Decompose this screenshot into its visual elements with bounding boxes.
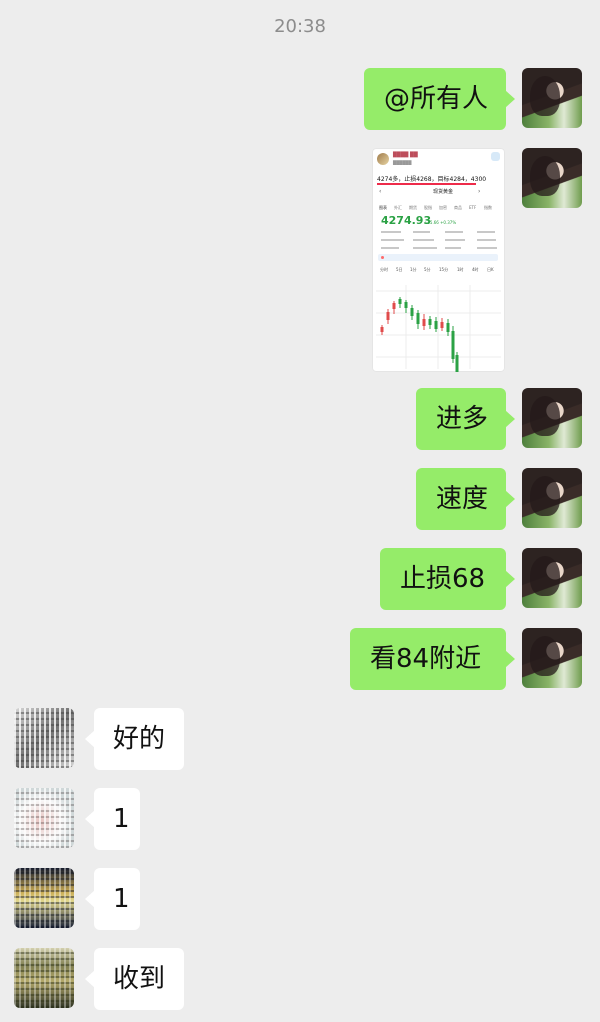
message-text: 收到	[113, 964, 166, 994]
period-option: 5日	[396, 267, 403, 272]
message-row: @所有人	[0, 66, 600, 136]
shared-image-avatar-icon	[377, 153, 389, 165]
message-bubble[interactable]: 速度	[416, 468, 515, 530]
shared-image-divider	[377, 183, 476, 185]
period-option: 1分	[410, 267, 417, 272]
message-row: ████ ██ ██████ 4274多，止损4268，目标4284，4300 …	[0, 146, 600, 376]
candle-body	[386, 312, 390, 320]
message-row: 好的	[0, 706, 600, 776]
stat-placeholder	[381, 239, 404, 241]
user-avatar[interactable]	[522, 388, 582, 448]
candle-body	[380, 327, 384, 332]
instrument-title: 现货黄金	[433, 189, 454, 195]
stat-placeholder	[477, 231, 495, 233]
candle-body	[422, 319, 426, 326]
stat-placeholder	[413, 247, 437, 249]
period-option: 4时	[472, 267, 479, 272]
message-row: 速度	[0, 466, 600, 536]
message-row: 收到	[0, 946, 600, 1016]
period-option: 分时	[380, 267, 388, 272]
message-bubble[interactable]: 进多	[416, 388, 515, 450]
message-row: 1	[0, 866, 600, 936]
period-option: 日K	[487, 267, 494, 272]
message-text: @所有人	[384, 84, 489, 114]
market-tab: ETF	[469, 205, 477, 210]
user-avatar[interactable]	[522, 468, 582, 528]
stat-placeholder	[381, 231, 401, 233]
candle-body	[410, 308, 414, 316]
message-bubble[interactable]: 收到	[85, 948, 184, 1010]
market-tab: 加密	[439, 205, 447, 210]
message-row: 看84附近	[0, 626, 600, 696]
candle-body	[446, 323, 450, 332]
stat-placeholder	[445, 239, 465, 241]
shared-image-nav: ‹ 现货黄金 ›	[379, 188, 499, 200]
market-tab: 期货	[409, 205, 417, 210]
period-option: 15分	[439, 267, 449, 272]
chart-periods: 分时 5日 1分 5分 15分 1时 4时 日K	[380, 267, 498, 275]
message-text: 1	[113, 804, 130, 834]
stat-placeholder	[413, 231, 430, 233]
alert-strip	[378, 254, 498, 261]
candle-body	[451, 331, 455, 359]
message-bubble[interactable]: 好的	[85, 708, 184, 770]
message-bubble[interactable]: 止损68	[380, 548, 515, 610]
shared-image-caption: 4274多，止损4268，目标4284，4300	[377, 176, 487, 183]
contact-avatar[interactable]	[14, 948, 74, 1008]
stat-placeholder	[381, 247, 399, 249]
message-text: 好的	[113, 724, 166, 754]
candle-body	[428, 319, 432, 325]
user-avatar[interactable]	[522, 68, 582, 128]
message-row: 止损68	[0, 546, 600, 616]
candle-body	[404, 302, 408, 308]
contact-avatar[interactable]	[14, 708, 74, 768]
shared-image-badge-icon	[491, 152, 500, 161]
period-option: 5分	[424, 267, 431, 272]
mini-candlestick-chart	[376, 285, 501, 372]
contact-avatar[interactable]	[14, 788, 74, 848]
period-option: 1时	[457, 267, 464, 272]
message-text: 1	[113, 884, 130, 914]
user-avatar[interactable]	[522, 548, 582, 608]
user-avatar[interactable]	[522, 628, 582, 688]
stat-placeholder	[477, 247, 497, 249]
market-tab: 图表	[379, 205, 387, 210]
message-text: 速度	[436, 484, 489, 514]
message-row: 1	[0, 786, 600, 856]
candle-body	[440, 322, 444, 328]
message-bubble[interactable]: 1	[85, 788, 140, 850]
shared-image-subheader-decoration: ██████	[393, 160, 412, 165]
message-bubble[interactable]: 1	[85, 868, 140, 930]
candle-body	[416, 313, 420, 324]
back-arrow-icon: ‹	[379, 188, 382, 195]
market-tab: 外汇	[394, 205, 402, 210]
market-tabs: 图表 外汇 期货 股指 加密 商品 ETF 指数	[379, 205, 498, 214]
stat-placeholder	[445, 247, 461, 249]
contact-avatar[interactable]	[14, 868, 74, 928]
price-change: +15.66 +0.37%	[424, 220, 457, 225]
message-bubble[interactable]: @所有人	[364, 68, 515, 130]
message-text: 进多	[436, 404, 489, 434]
stat-placeholder	[445, 231, 463, 233]
user-avatar[interactable]	[522, 148, 582, 208]
market-tab: 商品	[454, 205, 462, 210]
candle-body	[392, 303, 396, 309]
candle-body	[398, 299, 402, 304]
stat-placeholder	[477, 239, 496, 241]
stat-placeholder	[413, 239, 434, 241]
message-bubble[interactable]: 看84附近	[350, 628, 515, 690]
market-tab: 股指	[424, 205, 432, 210]
message-text: 看84附近	[370, 644, 482, 674]
candle-body	[434, 321, 438, 329]
market-tab: 指数	[484, 205, 492, 210]
image-message[interactable]: ████ ██ ██████ 4274多，止损4268，目标4284，4300 …	[372, 148, 505, 372]
message-row: 进多	[0, 386, 600, 456]
chat-timestamp: 20:38	[274, 16, 326, 37]
shared-image-header-decoration: ████ ██	[393, 152, 418, 158]
more-arrow-icon: ›	[478, 188, 481, 195]
candle-body	[455, 355, 459, 372]
message-text: 止损68	[400, 564, 486, 594]
